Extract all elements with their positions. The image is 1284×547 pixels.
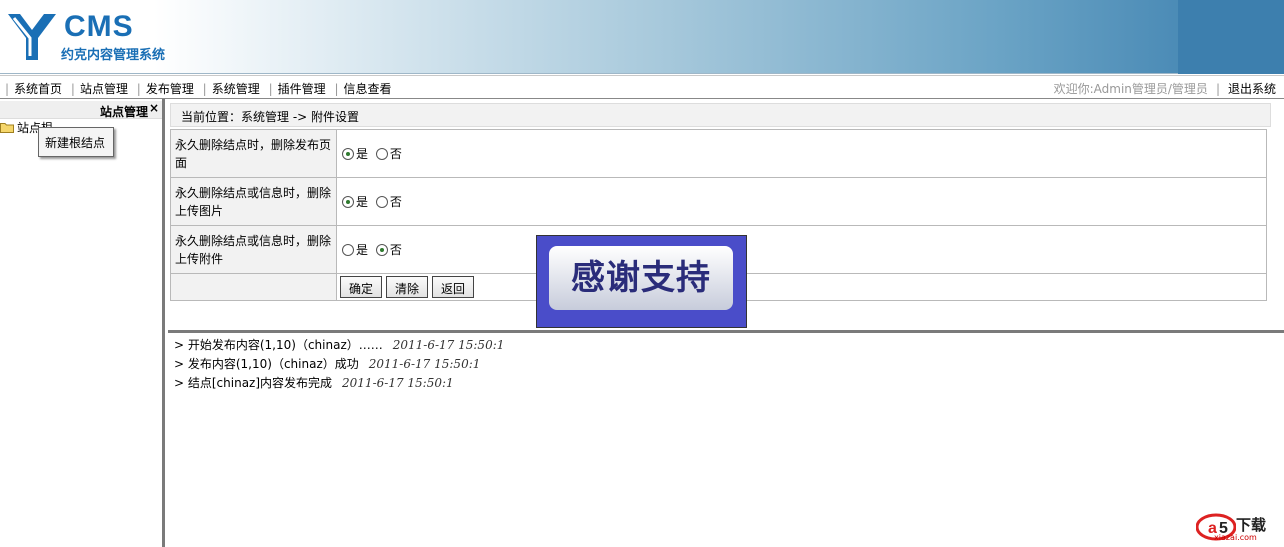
radio-yes-label: 是	[356, 195, 369, 209]
header-banner: CMS 约克内容管理系统	[0, 0, 1284, 74]
sidebar: 站点管理 × 站点根 新建根结点	[0, 99, 165, 547]
action-buttons: 确定 清除 返回	[336, 273, 1267, 301]
setting-options: 是 否	[336, 129, 1267, 178]
nav-separator: |	[334, 82, 339, 96]
thanks-text: 感谢支持	[549, 246, 733, 310]
logout-link[interactable]: 退出系统	[1228, 82, 1276, 96]
close-icon[interactable]: ×	[149, 101, 159, 115]
thanks-overlay: 感谢支持	[536, 235, 747, 328]
nav-menu: | 系统首页 | 站点管理 | 发布管理 | 系统管理 | 插件管理 | 信息查看	[0, 80, 392, 97]
nav-item-system[interactable]: 系统管理	[212, 82, 260, 96]
back-button[interactable]: 返回	[432, 276, 475, 298]
log-time: 2011-6-17 15:50:1	[342, 376, 454, 390]
log-line: > 发布内容(1,10)（chinaz）成功 2011-6-17 15:50:1	[174, 355, 504, 374]
log-divider	[168, 330, 1284, 333]
log-text: > 开始发布内容(1,10)（chinaz）……	[174, 338, 383, 352]
radio-yes-label: 是	[356, 243, 369, 257]
log-text: > 结点[chinaz]内容发布完成	[174, 376, 333, 390]
log-time: 2011-6-17 15:50:1	[392, 338, 505, 352]
logo-text: CMS	[64, 10, 134, 43]
setting-label: 永久删除结点或信息时，删除上传图片	[170, 177, 337, 226]
nav-item-home[interactable]: 系统首页	[14, 82, 62, 96]
nav-item-publish[interactable]: 发布管理	[146, 82, 194, 96]
radio-no-label: 否	[389, 243, 402, 257]
radio-no-label: 否	[389, 195, 402, 209]
watermark-site: xiazai.com	[1214, 533, 1257, 542]
header-accent	[1178, 0, 1284, 74]
setting-options: 是 否	[336, 225, 1267, 274]
confirm-button[interactable]: 确定	[340, 276, 383, 298]
table-row: 永久删除结点时，删除发布页面 是 否	[170, 129, 1267, 178]
radio-yes[interactable]	[342, 244, 354, 256]
nav-separator: |	[70, 82, 75, 96]
log-line: > 结点[chinaz]内容发布完成 2011-6-17 15:50:1	[174, 374, 504, 393]
logo: CMS 约克内容管理系统	[4, 6, 184, 66]
nav-item-site[interactable]: 站点管理	[80, 82, 128, 96]
table-row: 永久删除结点或信息时，删除上传图片 是 否	[170, 177, 1267, 226]
empty-cell	[170, 273, 337, 301]
nav-user: 欢迎你:Admin管理员/管理员 | 退出系统	[1054, 80, 1276, 97]
radio-no[interactable]	[375, 244, 388, 256]
radio-yes[interactable]	[342, 196, 354, 208]
logo-subtitle: 约克内容管理系统	[61, 48, 166, 63]
radio-no[interactable]	[375, 148, 388, 160]
nav-separator: |	[268, 82, 273, 96]
logo-mark-icon	[8, 14, 56, 60]
context-menu-new-root[interactable]: 新建根结点	[38, 127, 114, 157]
nav-separator: |	[5, 82, 10, 96]
log-time: 2011-6-17 15:50:1	[368, 357, 481, 371]
sidebar-title: 站点管理	[99, 105, 148, 119]
publish-log: > 开始发布内容(1,10)（chinaz）…… 2011-6-17 15:50:…	[174, 336, 504, 393]
radio-yes[interactable]	[342, 148, 354, 160]
nav-separator: |	[136, 82, 141, 96]
top-nav: | 系统首页 | 站点管理 | 发布管理 | 系统管理 | 插件管理 | 信息查看 欢迎你:…	[0, 75, 1284, 99]
radio-no[interactable]	[375, 196, 388, 208]
log-line: > 开始发布内容(1,10)（chinaz）…… 2011-6-17 15:50:…	[174, 336, 504, 355]
clear-button[interactable]: 清除	[386, 276, 429, 298]
nav-item-plugins[interactable]: 插件管理	[278, 82, 326, 96]
folder-icon	[0, 123, 14, 133]
nav-item-info[interactable]: 信息查看	[344, 82, 392, 96]
watermark-text: 下载	[1236, 516, 1267, 534]
radio-yes-label: 是	[356, 147, 369, 161]
setting-options: 是 否	[336, 177, 1267, 226]
log-text: > 发布内容(1,10)（chinaz）成功	[174, 357, 359, 371]
breadcrumb: 当前位置：系统管理 -> 附件设置	[170, 103, 1271, 127]
nav-separator: |	[1215, 82, 1220, 96]
radio-no-label: 否	[389, 147, 402, 161]
setting-label: 永久删除结点或信息时，删除上传附件	[170, 225, 337, 274]
sidebar-header: 站点管理 ×	[0, 101, 162, 119]
welcome-text: 欢迎你:Admin管理员/管理员	[1053, 82, 1208, 96]
nav-separator: |	[202, 82, 207, 96]
setting-label: 永久删除结点时，删除发布页面	[170, 129, 337, 178]
watermark: a 5 下载 xiazai.com	[1196, 512, 1276, 542]
